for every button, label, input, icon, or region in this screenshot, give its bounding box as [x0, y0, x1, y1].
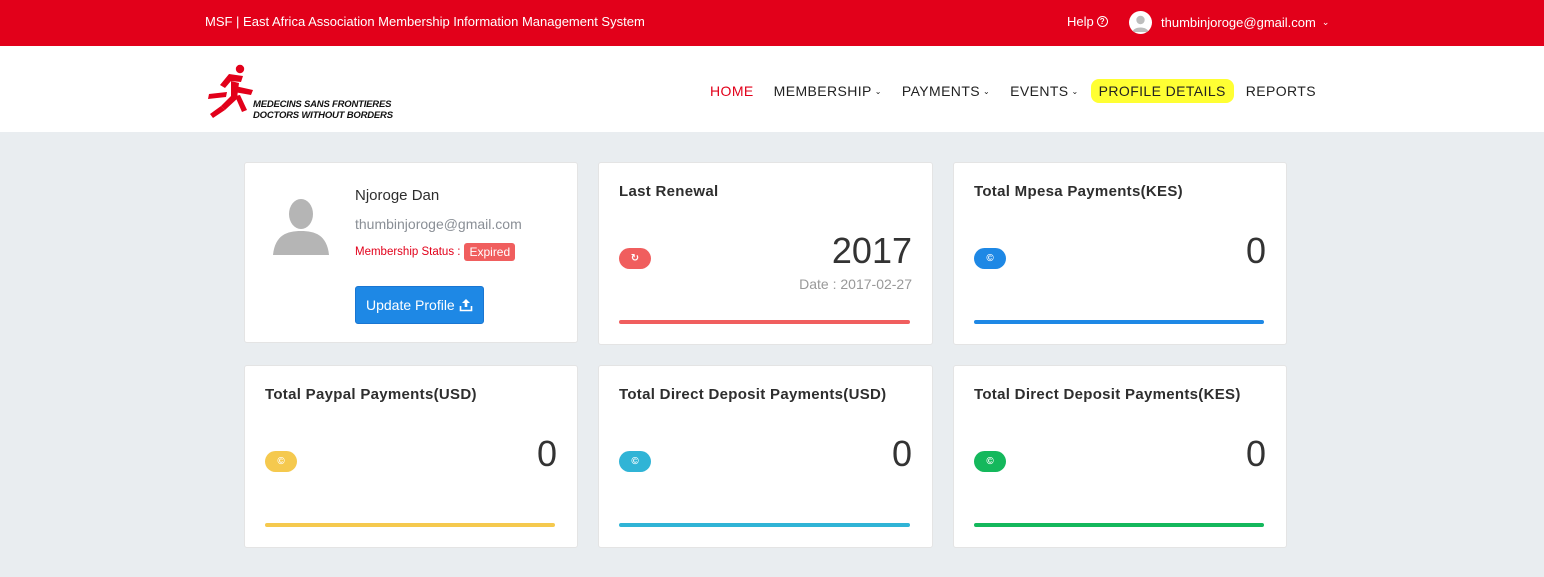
nav-menu: HOME MEMBERSHIP ⌄ PAYMENTS ⌄ EVENTS ⌄ PROFI… — [700, 79, 1326, 103]
user-silhouette-icon — [273, 199, 329, 255]
chevron-down-icon: ⌄ — [1071, 87, 1079, 96]
nav-payments-label: PAYMENTS — [901, 83, 981, 99]
nav-home-label: HOME — [710, 83, 754, 99]
main-navbar: MEDECINS SANS FRONTIERES DOCTORS WITHOUT… — [0, 46, 1544, 132]
system-title: MSF | East Africa Association Membership… — [205, 14, 645, 29]
direct-deposit-usd-card: Total Direct Deposit Payments(USD) © 0 — [598, 365, 933, 548]
profile-card: Njoroge Dan thumbinjoroge@gmail.com Memb… — [244, 162, 578, 343]
nav-events[interactable]: EVENTS ⌄ — [1000, 79, 1089, 103]
membership-status: Membership Status : Expired — [355, 243, 516, 261]
help-link[interactable]: Help ? — [1067, 14, 1108, 29]
update-profile-label: Update Profile — [366, 297, 455, 313]
update-profile-button[interactable]: Update Profile — [355, 286, 484, 324]
progress-bar — [619, 523, 910, 527]
progress-bar — [974, 320, 1264, 324]
nav-events-label: EVENTS — [1010, 83, 1069, 99]
user-email: thumbinjoroge@gmail.com — [1161, 15, 1316, 30]
nav-membership[interactable]: MEMBERSHIP ⌄ — [764, 79, 892, 103]
card-value: 0 — [1245, 433, 1266, 474]
nav-profile-details-label: PROFILE DETAILS — [1098, 83, 1226, 99]
profile-email: thumbinjoroge@gmail.com — [355, 216, 522, 232]
logo-line-2: DOCTORS WITHOUT BORDERS — [253, 110, 393, 121]
card-title: Last Renewal — [619, 183, 719, 200]
profile-name: Njoroge Dan — [355, 187, 440, 204]
nav-membership-label: MEMBERSHIP — [773, 83, 872, 99]
chevron-down-icon: ⌄ — [983, 87, 991, 96]
card-title: Total Direct Deposit Payments(USD) — [619, 386, 887, 403]
user-silhouette-icon — [1132, 15, 1149, 32]
msf-running-man-icon — [208, 64, 253, 118]
progress-bar — [974, 523, 1264, 527]
card-title: Total Direct Deposit Payments(KES) — [974, 386, 1241, 403]
card-value: 0 — [536, 433, 557, 474]
progress-bar — [619, 320, 910, 324]
profile-avatar — [271, 195, 331, 259]
help-icon: ? — [1096, 16, 1108, 27]
card-value: 0 — [1245, 230, 1266, 271]
chevron-down-icon: ⌄ — [1321, 17, 1330, 27]
progress-bar — [265, 523, 555, 527]
help-label: Help — [1067, 14, 1094, 29]
msf-logo[interactable]: MEDECINS SANS FRONTIERES DOCTORS WITHOUT… — [207, 64, 397, 122]
nav-profile-details[interactable]: PROFILE DETAILS — [1090, 79, 1234, 103]
nav-home[interactable]: HOME — [700, 79, 764, 103]
nav-reports[interactable]: REPORTS — [1236, 79, 1326, 103]
money-icon: © — [619, 451, 651, 472]
money-icon: © — [265, 451, 297, 472]
upload-icon — [459, 299, 473, 312]
money-icon: © — [974, 248, 1006, 269]
logo-line-1: MEDECINS SANS FRONTIERES — [253, 99, 392, 110]
chevron-down-icon: ⌄ — [874, 87, 882, 96]
card-title: Total Paypal Payments(USD) — [265, 386, 477, 403]
nav-reports-label: REPORTS — [1245, 83, 1316, 99]
top-bar: MSF | East Africa Association Membership… — [0, 0, 1544, 46]
last-renewal-card: Last Renewal ↻ 2017 Date : 2017-02-27 — [598, 162, 933, 345]
user-avatar — [1129, 11, 1152, 34]
status-badge: Expired — [464, 243, 516, 261]
card-value: 0 — [891, 433, 912, 474]
card-value: 2017 — [831, 230, 912, 271]
mpesa-payments-card: Total Mpesa Payments(KES) © 0 — [953, 162, 1287, 345]
nav-payments[interactable]: PAYMENTS ⌄ — [892, 79, 1000, 103]
refresh-icon: ↻ — [619, 248, 651, 269]
membership-status-label: Membership Status : — [355, 246, 461, 258]
card-title: Total Mpesa Payments(KES) — [974, 183, 1183, 200]
user-menu[interactable]: thumbinjoroge@gmail.com ⌄ — [1129, 11, 1329, 34]
renewal-date: Date : 2017-02-27 — [799, 276, 912, 292]
direct-deposit-kes-card: Total Direct Deposit Payments(KES) © 0 — [953, 365, 1287, 548]
paypal-payments-card: Total Paypal Payments(USD) © 0 — [244, 365, 578, 548]
money-icon: © — [974, 451, 1006, 472]
